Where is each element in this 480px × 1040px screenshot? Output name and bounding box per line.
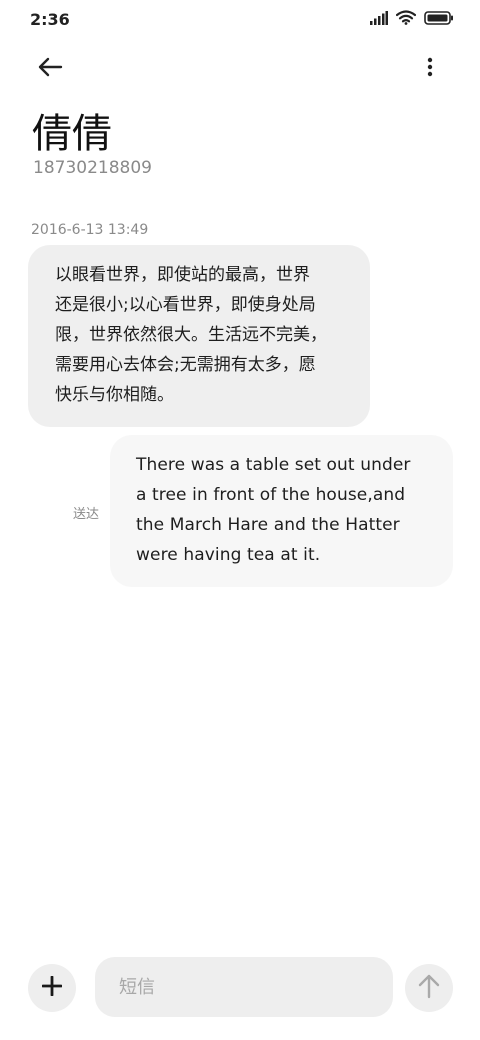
arrow-up-icon [418, 973, 440, 1003]
message-line: 以眼看世界，即使站的最高，世界 [55, 265, 310, 285]
back-button[interactable] [30, 52, 70, 86]
message-line: 快乐与你相随。 [55, 385, 174, 405]
battery-icon [424, 10, 454, 29]
incoming-message-bubble[interactable]: 以眼看世界，即使站的最高，世界 还是很小;以心看世界，即使身处局 限，世界依然很… [28, 245, 370, 427]
message-line: 限，世界依然很大。生活远不完美， [55, 325, 327, 345]
message-input[interactable] [95, 957, 393, 1017]
message-timestamp: 2016-6-13 13:49 [31, 222, 149, 238]
plus-icon [41, 975, 63, 1000]
messaging-screen: 2:36 倩倩 18730218809 2016-6-13 13:49 以眼看世… [0, 0, 480, 1040]
message-line: 需要用心去体会;无需拥有太多，愿 [55, 355, 316, 375]
send-button[interactable] [405, 964, 453, 1012]
message-line: were having tea at it. [136, 545, 321, 565]
status-time: 2:36 [30, 10, 70, 29]
message-line: 还是很小;以心看世界，即使身处局 [55, 295, 316, 315]
outgoing-message-bubble[interactable]: There was a table set out under a tree i… [110, 435, 453, 587]
more-vertical-icon [427, 57, 433, 81]
signal-icon [370, 10, 388, 29]
contact-number: 18730218809 [33, 158, 152, 178]
status-icons [370, 10, 454, 29]
status-bar: 2:36 [0, 0, 480, 40]
wifi-icon [395, 10, 417, 29]
message-line: There was a table set out under [136, 455, 411, 475]
delivery-status: 送达 [73, 507, 100, 522]
add-attachment-button[interactable] [28, 964, 76, 1012]
contact-name: 倩倩 [32, 111, 112, 157]
message-line: a tree in front of the house,and [136, 485, 406, 505]
back-arrow-icon [37, 57, 63, 81]
more-options-button[interactable] [416, 52, 444, 86]
message-line: the March Hare and the Hatter [136, 515, 400, 535]
